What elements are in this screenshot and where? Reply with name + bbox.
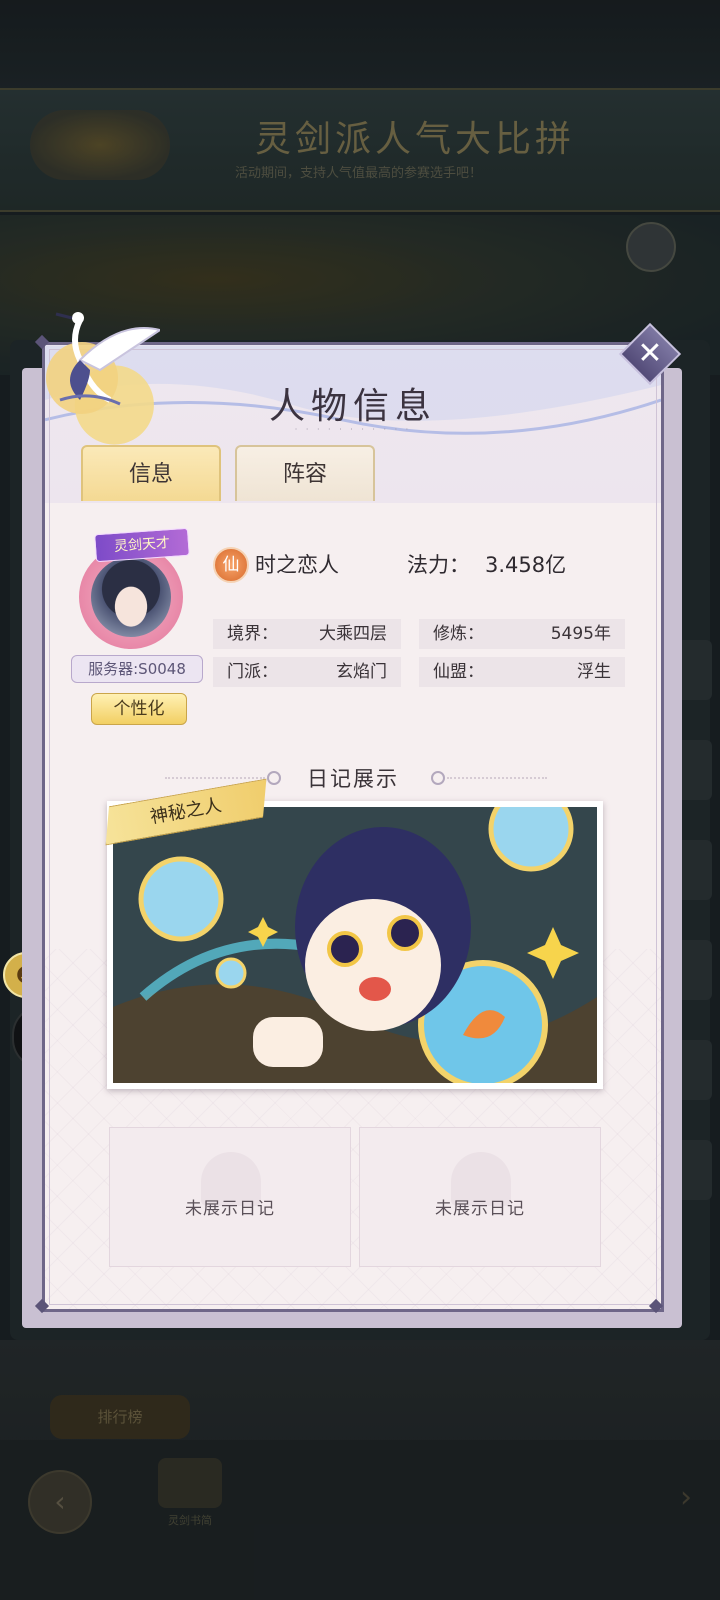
stat-key: 境界： xyxy=(227,624,278,644)
immortal-rank-icon: 仙 xyxy=(213,547,249,583)
power-label: 法力： xyxy=(407,553,470,577)
power-value: 3.458亿 xyxy=(485,553,567,577)
diary-illustration xyxy=(113,807,597,1083)
player-name: 时之恋人 xyxy=(255,553,339,577)
stat-value: 大乘四层 xyxy=(319,624,387,644)
diary-section-title: 日记展示 xyxy=(307,767,399,791)
stat-alliance: 仙盟： 浮生 xyxy=(419,657,625,687)
empty-diary-label: 未展示日记 xyxy=(435,1199,525,1219)
avatar-portrait xyxy=(91,557,171,637)
avatar[interactable]: 灵剑天才 xyxy=(73,527,193,651)
tab-lineup[interactable]: 阵容 xyxy=(235,445,375,501)
empty-diary-label: 未展示日记 xyxy=(185,1199,275,1219)
character-info-dialog: 人物信息 · · · · · · · · · · · 信息 阵容 灵剑天才 服务… xyxy=(42,342,664,1312)
stat-value: 玄焰门 xyxy=(336,662,387,682)
personalize-button[interactable]: 个性化 xyxy=(91,693,187,725)
empty-diary-slot[interactable]: 未展示日记 xyxy=(109,1127,351,1267)
crane-icon xyxy=(46,312,160,414)
stat-value: 浮生 xyxy=(577,662,611,682)
empty-diary-slot[interactable]: 未展示日记 xyxy=(359,1127,601,1267)
featured-diary-card[interactable] xyxy=(107,801,603,1089)
stat-cultivation: 修炼： 5495年 xyxy=(419,619,625,649)
stat-key: 门派： xyxy=(227,662,278,682)
stat-value: 5495年 xyxy=(550,624,611,644)
stat-realm: 境界： 大乘四层 xyxy=(213,619,401,649)
close-icon[interactable]: ✕ xyxy=(628,332,672,376)
title-ornament: · · · · · · · · · · · xyxy=(294,425,412,434)
stat-key: 修炼： xyxy=(433,624,484,644)
tab-info[interactable]: 信息 xyxy=(81,445,221,501)
avatar-title-badge: 灵剑天才 xyxy=(94,527,190,563)
divider-right xyxy=(447,777,547,780)
stat-sect: 门派： 玄焰门 xyxy=(213,657,401,687)
server-label: 服务器:S0048 xyxy=(71,655,203,683)
divider-ornament xyxy=(431,771,445,785)
stat-key: 仙盟： xyxy=(433,662,484,682)
info-panel: 灵剑天才 服务器:S0048 个性化 仙 时之恋人 法力： 3.458亿 境界：… xyxy=(45,503,661,1309)
